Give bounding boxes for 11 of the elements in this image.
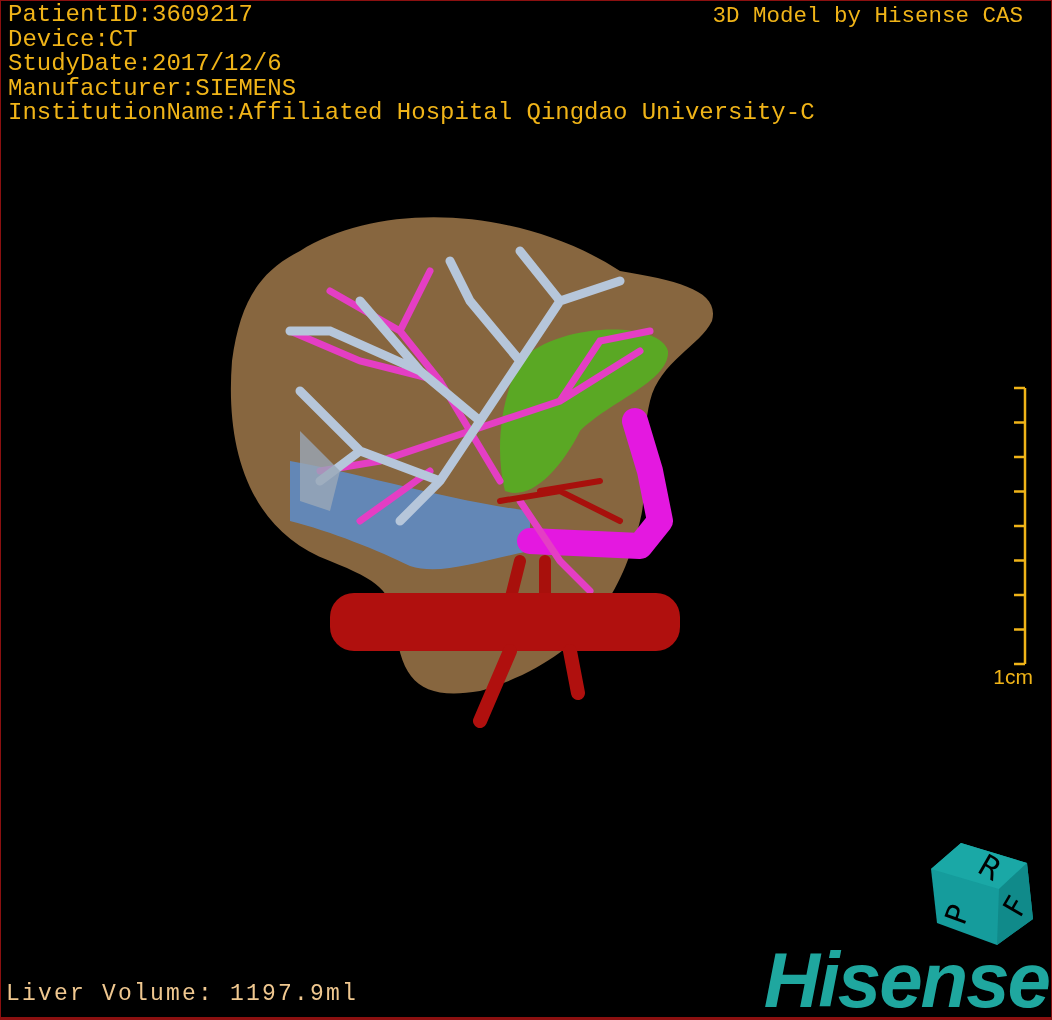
orientation-cube[interactable]: P R F [931,841,1035,945]
patient-info-line: PatientID:3609217 [8,3,253,28]
brand-logo: Hisense [763,945,1049,1015]
patient-info-line: Manufacturer:SIEMENS [8,76,297,101]
scale-label: 1cm [993,666,1033,688]
liver-volume: Liver Volume: 1197.9ml [6,981,359,1007]
patient-info-line: StudyDate:2017/12/6 [8,52,282,77]
model-credit: 3D Model by Hisense CAS [712,3,1023,29]
patient-info-line: Device:CT [8,27,138,52]
scale-bar-icon [1013,386,1028,666]
patient-info-line: InstitutionName:Affiliated Hospital Qingdao University-C [8,101,815,126]
